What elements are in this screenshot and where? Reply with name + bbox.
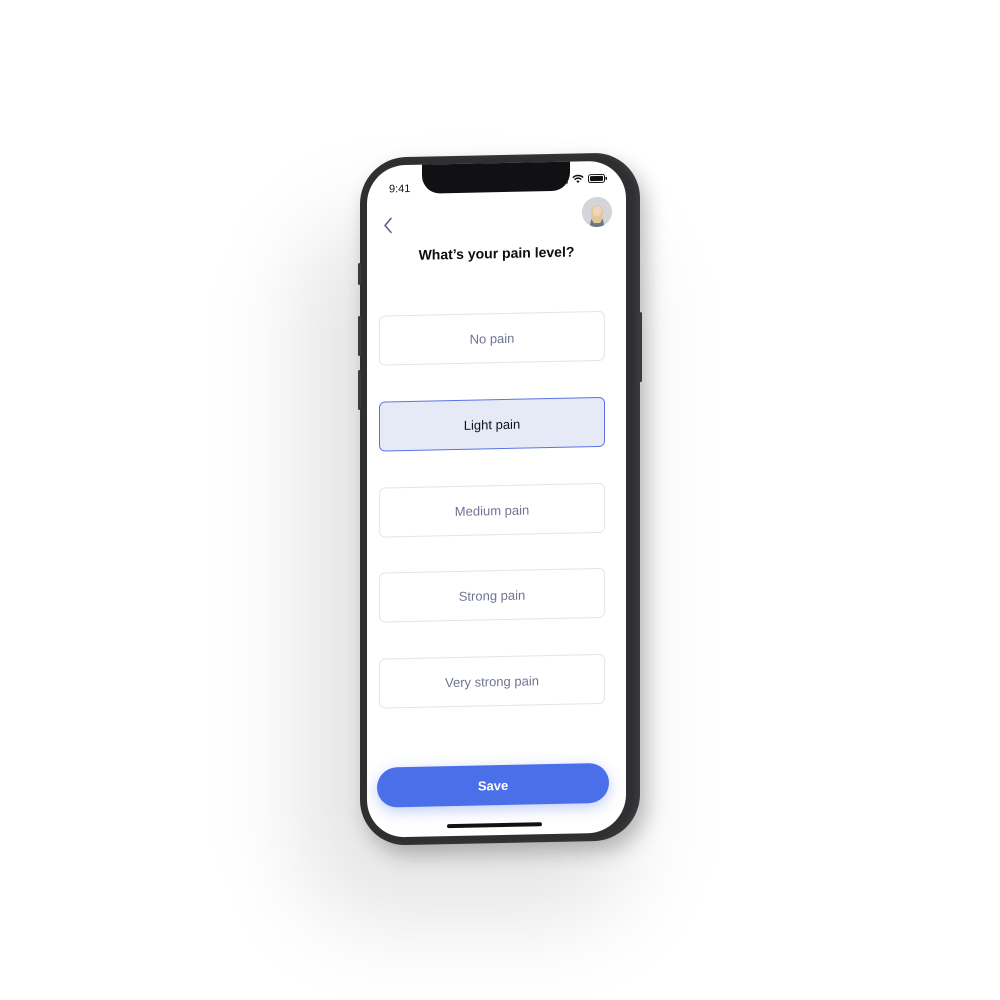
mute-button [358, 369, 361, 411]
wifi-icon [572, 174, 584, 184]
power-button [639, 312, 642, 383]
option-very-strong-pain[interactable]: Very strong pain [379, 653, 605, 709]
option-medium-pain[interactable]: Medium pain [379, 482, 605, 538]
battery-icon [588, 173, 607, 184]
home-indicator [447, 822, 542, 829]
status-icons [555, 173, 608, 184]
notch [422, 160, 570, 194]
status-time: 9:41 [389, 182, 411, 196]
cellular-signal-icon [555, 174, 568, 184]
option-label: Light pain [463, 416, 521, 433]
avatar-icon [582, 196, 612, 228]
volume-up-button [358, 262, 361, 286]
app-screen: 9:41 What’s your pain level? No pain Lig… [367, 160, 626, 838]
option-label: Medium pain [454, 501, 530, 519]
option-label: Very strong pain [445, 672, 539, 690]
phone-mockup: 9:41 What’s your pain level? No pain Lig… [358, 152, 642, 847]
stage: 9:41 What’s your pain level? No pain Lig… [0, 0, 1000, 1000]
back-button[interactable] [381, 215, 395, 235]
option-label: Strong pain [458, 587, 526, 604]
user-avatar[interactable] [582, 196, 612, 228]
option-no-pain[interactable]: No pain [379, 310, 605, 366]
option-light-pain[interactable]: Light pain [379, 396, 605, 452]
option-strong-pain[interactable]: Strong pain [379, 567, 605, 623]
save-button[interactable]: Save [377, 762, 609, 808]
page-title: What’s your pain level? [418, 243, 575, 263]
option-label: No pain [469, 330, 515, 347]
volume-down-button [358, 315, 361, 357]
chevron-left-icon [384, 217, 392, 234]
